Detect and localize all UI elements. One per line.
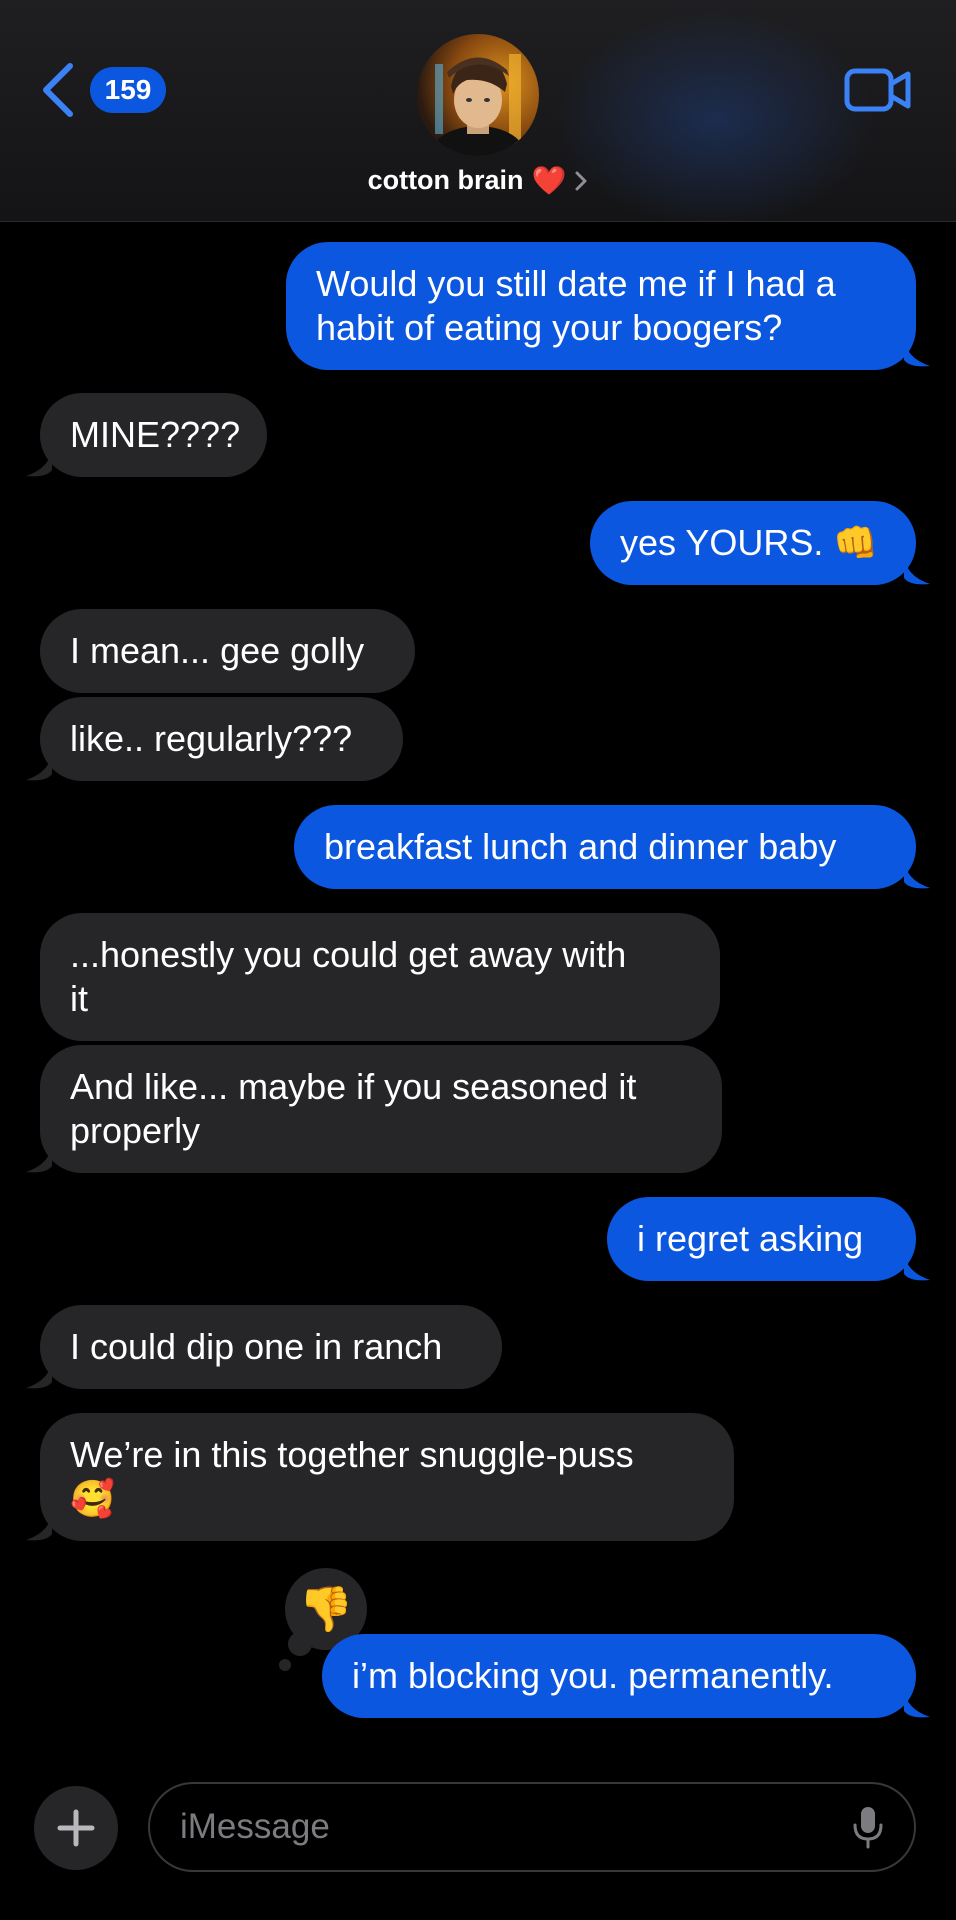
heart-emoji: ❤️ <box>531 165 567 196</box>
message-received[interactable]: ...honestly you could get away with it <box>40 913 720 1041</box>
bubble-tail <box>904 1252 930 1281</box>
message-sent[interactable]: i’m blocking you. permanently. <box>322 1634 916 1718</box>
chevron-right-icon <box>575 171 587 190</box>
bubble-tail <box>26 752 52 781</box>
bubble-tail <box>26 448 52 477</box>
video-camera-icon[interactable] <box>844 66 912 114</box>
microphone-icon[interactable] <box>852 1805 884 1849</box>
contact-name: cotton brain <box>367 165 524 195</box>
avatar-portrait <box>430 54 526 156</box>
bubble-tail <box>26 1512 52 1541</box>
bubble-tail <box>26 1360 52 1389</box>
add-attachment-button[interactable] <box>34 1786 118 1870</box>
message-sent[interactable]: Would you still date me if I had a habit… <box>286 242 916 370</box>
message-received[interactable]: We’re in this together snuggle-puss 🥰 <box>40 1413 734 1541</box>
message-received[interactable]: MINE???? <box>40 393 267 477</box>
message-sent[interactable]: i regret asking <box>607 1197 916 1281</box>
chevron-left-icon[interactable] <box>40 62 76 118</box>
bubble-tail <box>904 1689 930 1718</box>
message-received[interactable]: And like... maybe if you seasoned it pro… <box>40 1045 722 1173</box>
bubble-tail <box>904 556 930 585</box>
reaction-tail-dot-small <box>279 1659 291 1671</box>
plus-icon <box>57 1809 95 1847</box>
message-sent[interactable]: breakfast lunch and dinner baby <box>294 805 916 889</box>
unread-count-badge[interactable]: 159 <box>90 67 166 113</box>
reaction-emoji: 👎 <box>298 1585 354 1634</box>
message-sent[interactable]: yes YOURS. 👊 <box>590 501 916 585</box>
bubble-tail <box>904 860 930 889</box>
message-received[interactable]: I could dip one in ranch <box>40 1305 502 1389</box>
message-input[interactable]: iMessage <box>148 1782 916 1872</box>
message-input-placeholder: iMessage <box>180 1807 330 1846</box>
bubble-tail <box>26 1144 52 1173</box>
message-received[interactable]: I mean... gee golly <box>40 609 415 693</box>
bubble-tail <box>904 338 930 367</box>
message-received[interactable]: like.. regularly??? <box>40 697 403 781</box>
conversation-header: 159 cotton brain ❤️ <box>0 0 956 222</box>
contact-avatar[interactable] <box>417 34 539 156</box>
contact-name-row[interactable]: cotton brain ❤️ <box>0 164 956 197</box>
